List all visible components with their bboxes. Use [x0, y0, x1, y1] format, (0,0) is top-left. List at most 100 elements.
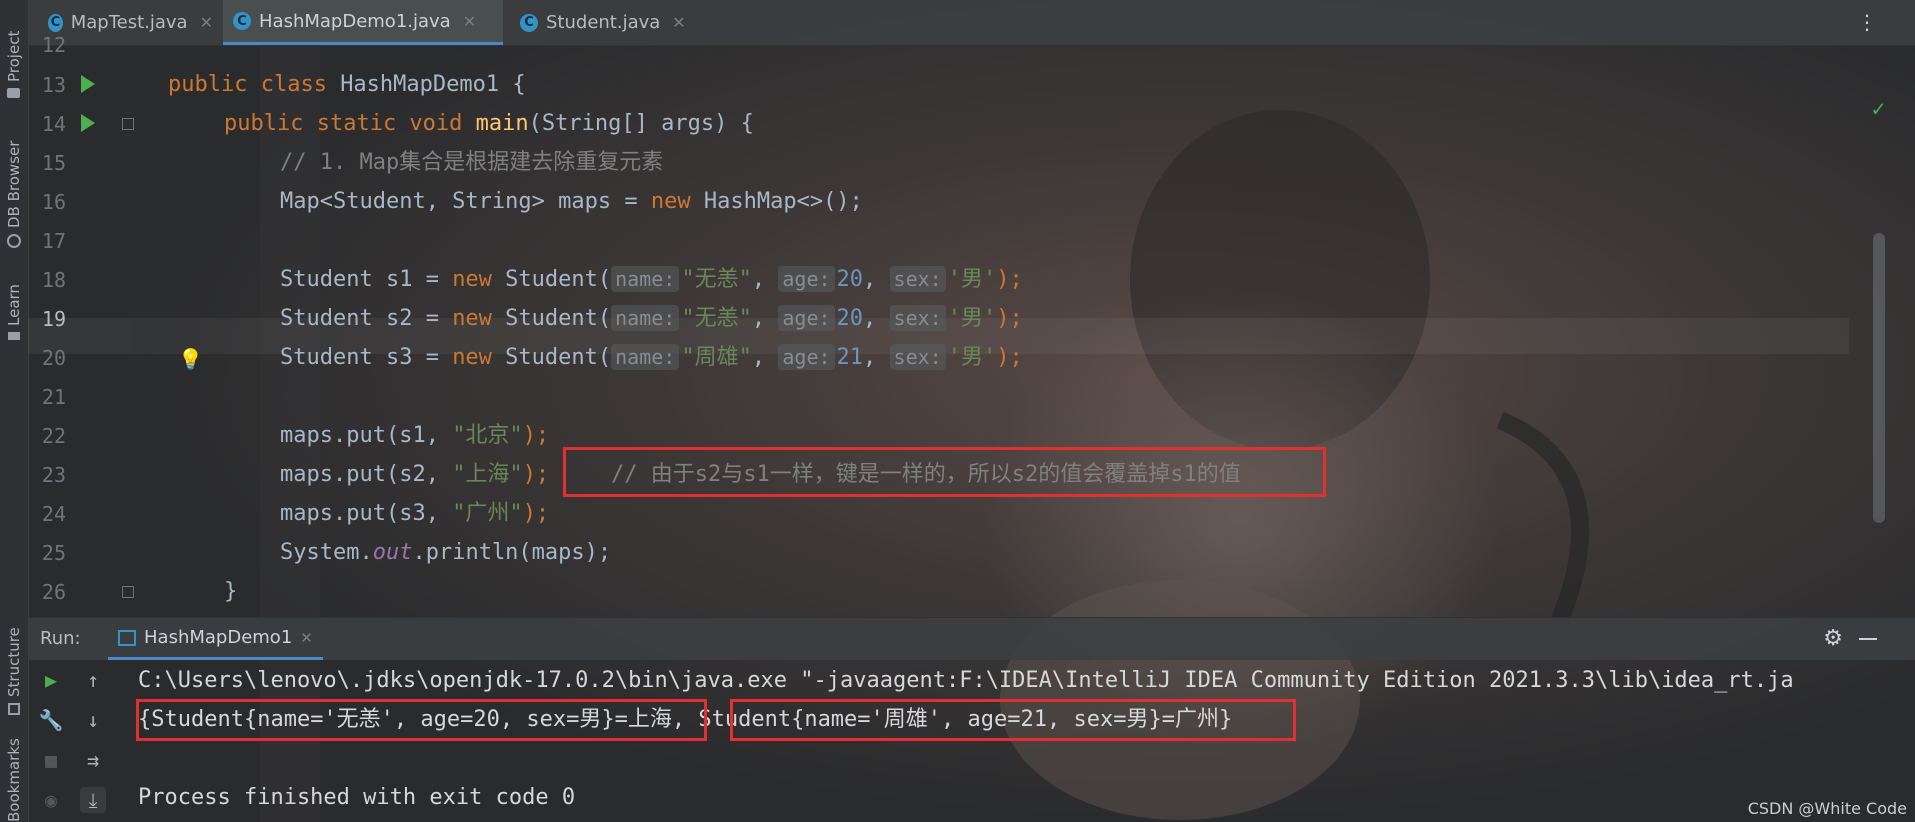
run-gutter-icon[interactable] — [81, 114, 95, 132]
param-hint: name: — [611, 305, 680, 331]
code-token: ); — [996, 306, 1023, 331]
run-panel: Run: HashMapDemo1 ✕ ⚙ ▶ ↑ 🔧 ↓ ■ ⇉ ◉ ⤓ C:… — [28, 617, 1915, 822]
arrow-up-icon[interactable]: ↑ — [80, 667, 106, 693]
code-token: 20 — [836, 306, 864, 331]
code-token: "北京" — [452, 423, 523, 448]
code-token: maps.put(s1, — [280, 423, 453, 448]
learn-tool-button[interactable]: Learn — [2, 270, 26, 340]
tab-student[interactable]: C Student.java ✕ — [510, 0, 700, 45]
run-label: Run: — [40, 628, 81, 649]
code-line-24: maps.put(s3, "广州"); — [280, 496, 549, 532]
code-token: out — [372, 540, 413, 565]
comment-highlight-box — [563, 447, 1326, 497]
param-hint: sex: — [889, 344, 946, 370]
code-line-16: Map<Student, String> maps = new HashMap<… — [280, 184, 863, 220]
database-icon — [7, 234, 21, 248]
line-number: 23 — [41, 463, 66, 487]
code-token: 20 — [836, 267, 864, 292]
arrow-down-icon[interactable]: ↓ — [80, 707, 106, 733]
tool-window-strip: Project DB Browser Learn Structure Bookm… — [0, 0, 29, 822]
console-output[interactable]: C:\Users\lenovo\.jdks\openjdk-17.0.2\bin… — [136, 659, 1915, 822]
code-token: Map<Student, String> maps = — [280, 189, 651, 214]
structure-tool-label: Structure — [5, 627, 23, 697]
close-icon[interactable]: ✕ — [200, 13, 213, 32]
line-number: 16 — [41, 190, 66, 214]
code-token: HashMapDemo1 { — [340, 72, 526, 97]
code-line-15: // 1. Map集合是根据建去除重复元素 — [280, 150, 664, 175]
lightbulb-icon[interactable]: 💡 — [178, 347, 203, 371]
class-icon: C — [520, 13, 538, 32]
tab-hashmapdemo1[interactable]: C HashMapDemo1.java ✕ — [223, 0, 503, 45]
code-token: maps.put(s2, — [280, 462, 453, 487]
line-number: 18 — [41, 268, 66, 292]
code-line-14: public static void main(String[] args) { — [224, 106, 754, 142]
code-token: Student s1 = — [280, 267, 453, 292]
run-panel-header: Run: HashMapDemo1 ✕ ⚙ — [28, 617, 1915, 660]
console-exit-line: Process finished with exit code 0 — [138, 785, 576, 810]
line-number: 14 — [41, 112, 66, 136]
code-editor[interactable]: 12 13 14 15 16 17 18 19 20 21 22 23 24 2… — [28, 33, 1915, 617]
minimize-icon[interactable] — [1859, 638, 1877, 640]
code-token: new — [452, 345, 506, 370]
code-token: '男' — [947, 306, 997, 331]
line-number: 26 — [41, 580, 66, 604]
code-token: Student s2 = — [280, 306, 453, 331]
code-token: Student( — [505, 345, 612, 370]
code-token: public class — [168, 72, 341, 97]
output-highlight-box — [136, 699, 707, 741]
close-icon[interactable]: ✕ — [672, 13, 685, 32]
output-highlight-box — [730, 699, 1296, 741]
structure-icon — [8, 703, 20, 715]
run-gutter-icon[interactable] — [81, 75, 95, 93]
code-token: new — [452, 267, 506, 292]
camera-icon[interactable]: ◉ — [38, 787, 64, 813]
tab-label: HashMapDemo1.java — [259, 10, 451, 32]
param-hint: sex: — [889, 305, 946, 331]
param-hint: age: — [778, 344, 835, 370]
class-icon: C — [48, 13, 63, 32]
close-icon[interactable]: ✕ — [463, 12, 476, 31]
code-token: HashMap<>(); — [703, 189, 863, 214]
bookmarks-tool-button[interactable]: Bookmarks — [2, 738, 26, 822]
scroll-to-end-icon[interactable]: ⤓ — [80, 787, 106, 813]
code-token: maps.put(s3, — [280, 501, 453, 526]
console-command-line: C:\Users\lenovo\.jdks\openjdk-17.0.2\bin… — [138, 668, 1794, 693]
gutter: 12 13 14 15 16 17 18 19 20 21 22 23 24 2… — [28, 33, 134, 617]
code-token: ); — [996, 267, 1023, 292]
learn-tool-label: Learn — [5, 284, 23, 326]
fold-icon[interactable] — [122, 586, 134, 598]
bookmarks-tool-label: Bookmarks — [5, 738, 23, 822]
learn-icon — [8, 332, 20, 340]
project-tool-button[interactable]: Project — [2, 8, 26, 98]
structure-tool-button[interactable]: Structure — [2, 615, 26, 715]
line-number: 17 — [41, 229, 66, 253]
code-token: Student( — [505, 306, 612, 331]
code-token: .println(maps); — [412, 540, 612, 565]
watermark: CSDN @White Code — [1747, 799, 1907, 818]
gear-icon[interactable]: ⚙ — [1823, 626, 1843, 651]
more-options-icon[interactable]: ⋮ — [1857, 12, 1877, 32]
rerun-icon[interactable]: ▶ — [38, 667, 64, 693]
run-tab-label: HashMapDemo1 — [144, 627, 293, 648]
stop-icon[interactable]: ■ — [38, 747, 64, 773]
param-hint: name: — [611, 344, 680, 370]
editor-tab-bar: C MapTest.java ✕ C HashMapDemo1.java ✕ C… — [28, 0, 1915, 46]
db-browser-tool-button[interactable]: DB Browser — [2, 128, 26, 248]
code-token: new — [452, 306, 506, 331]
close-icon[interactable]: ✕ — [300, 629, 313, 647]
fold-icon[interactable] — [122, 118, 134, 130]
editor-scrollbar[interactable] — [1873, 233, 1885, 523]
code-line-26: } — [224, 579, 238, 604]
param-hint: name: — [611, 266, 680, 292]
line-number: 24 — [41, 502, 66, 526]
checkmark-icon: ✓ — [1871, 97, 1885, 122]
code-line-13: public class HashMapDemo1 { — [168, 67, 526, 103]
code-token: public static void — [224, 111, 476, 136]
wrench-icon[interactable]: 🔧 — [38, 707, 64, 733]
code-token: "周雄" — [681, 345, 752, 370]
run-tab-hashmapdemo1[interactable]: HashMapDemo1 ✕ — [108, 618, 323, 660]
soft-wrap-icon[interactable]: ⇉ — [80, 747, 106, 773]
code-line-23: maps.put(s2, "上海"); — [280, 457, 549, 493]
code-token: System. — [280, 540, 373, 565]
line-number: 13 — [41, 73, 66, 97]
